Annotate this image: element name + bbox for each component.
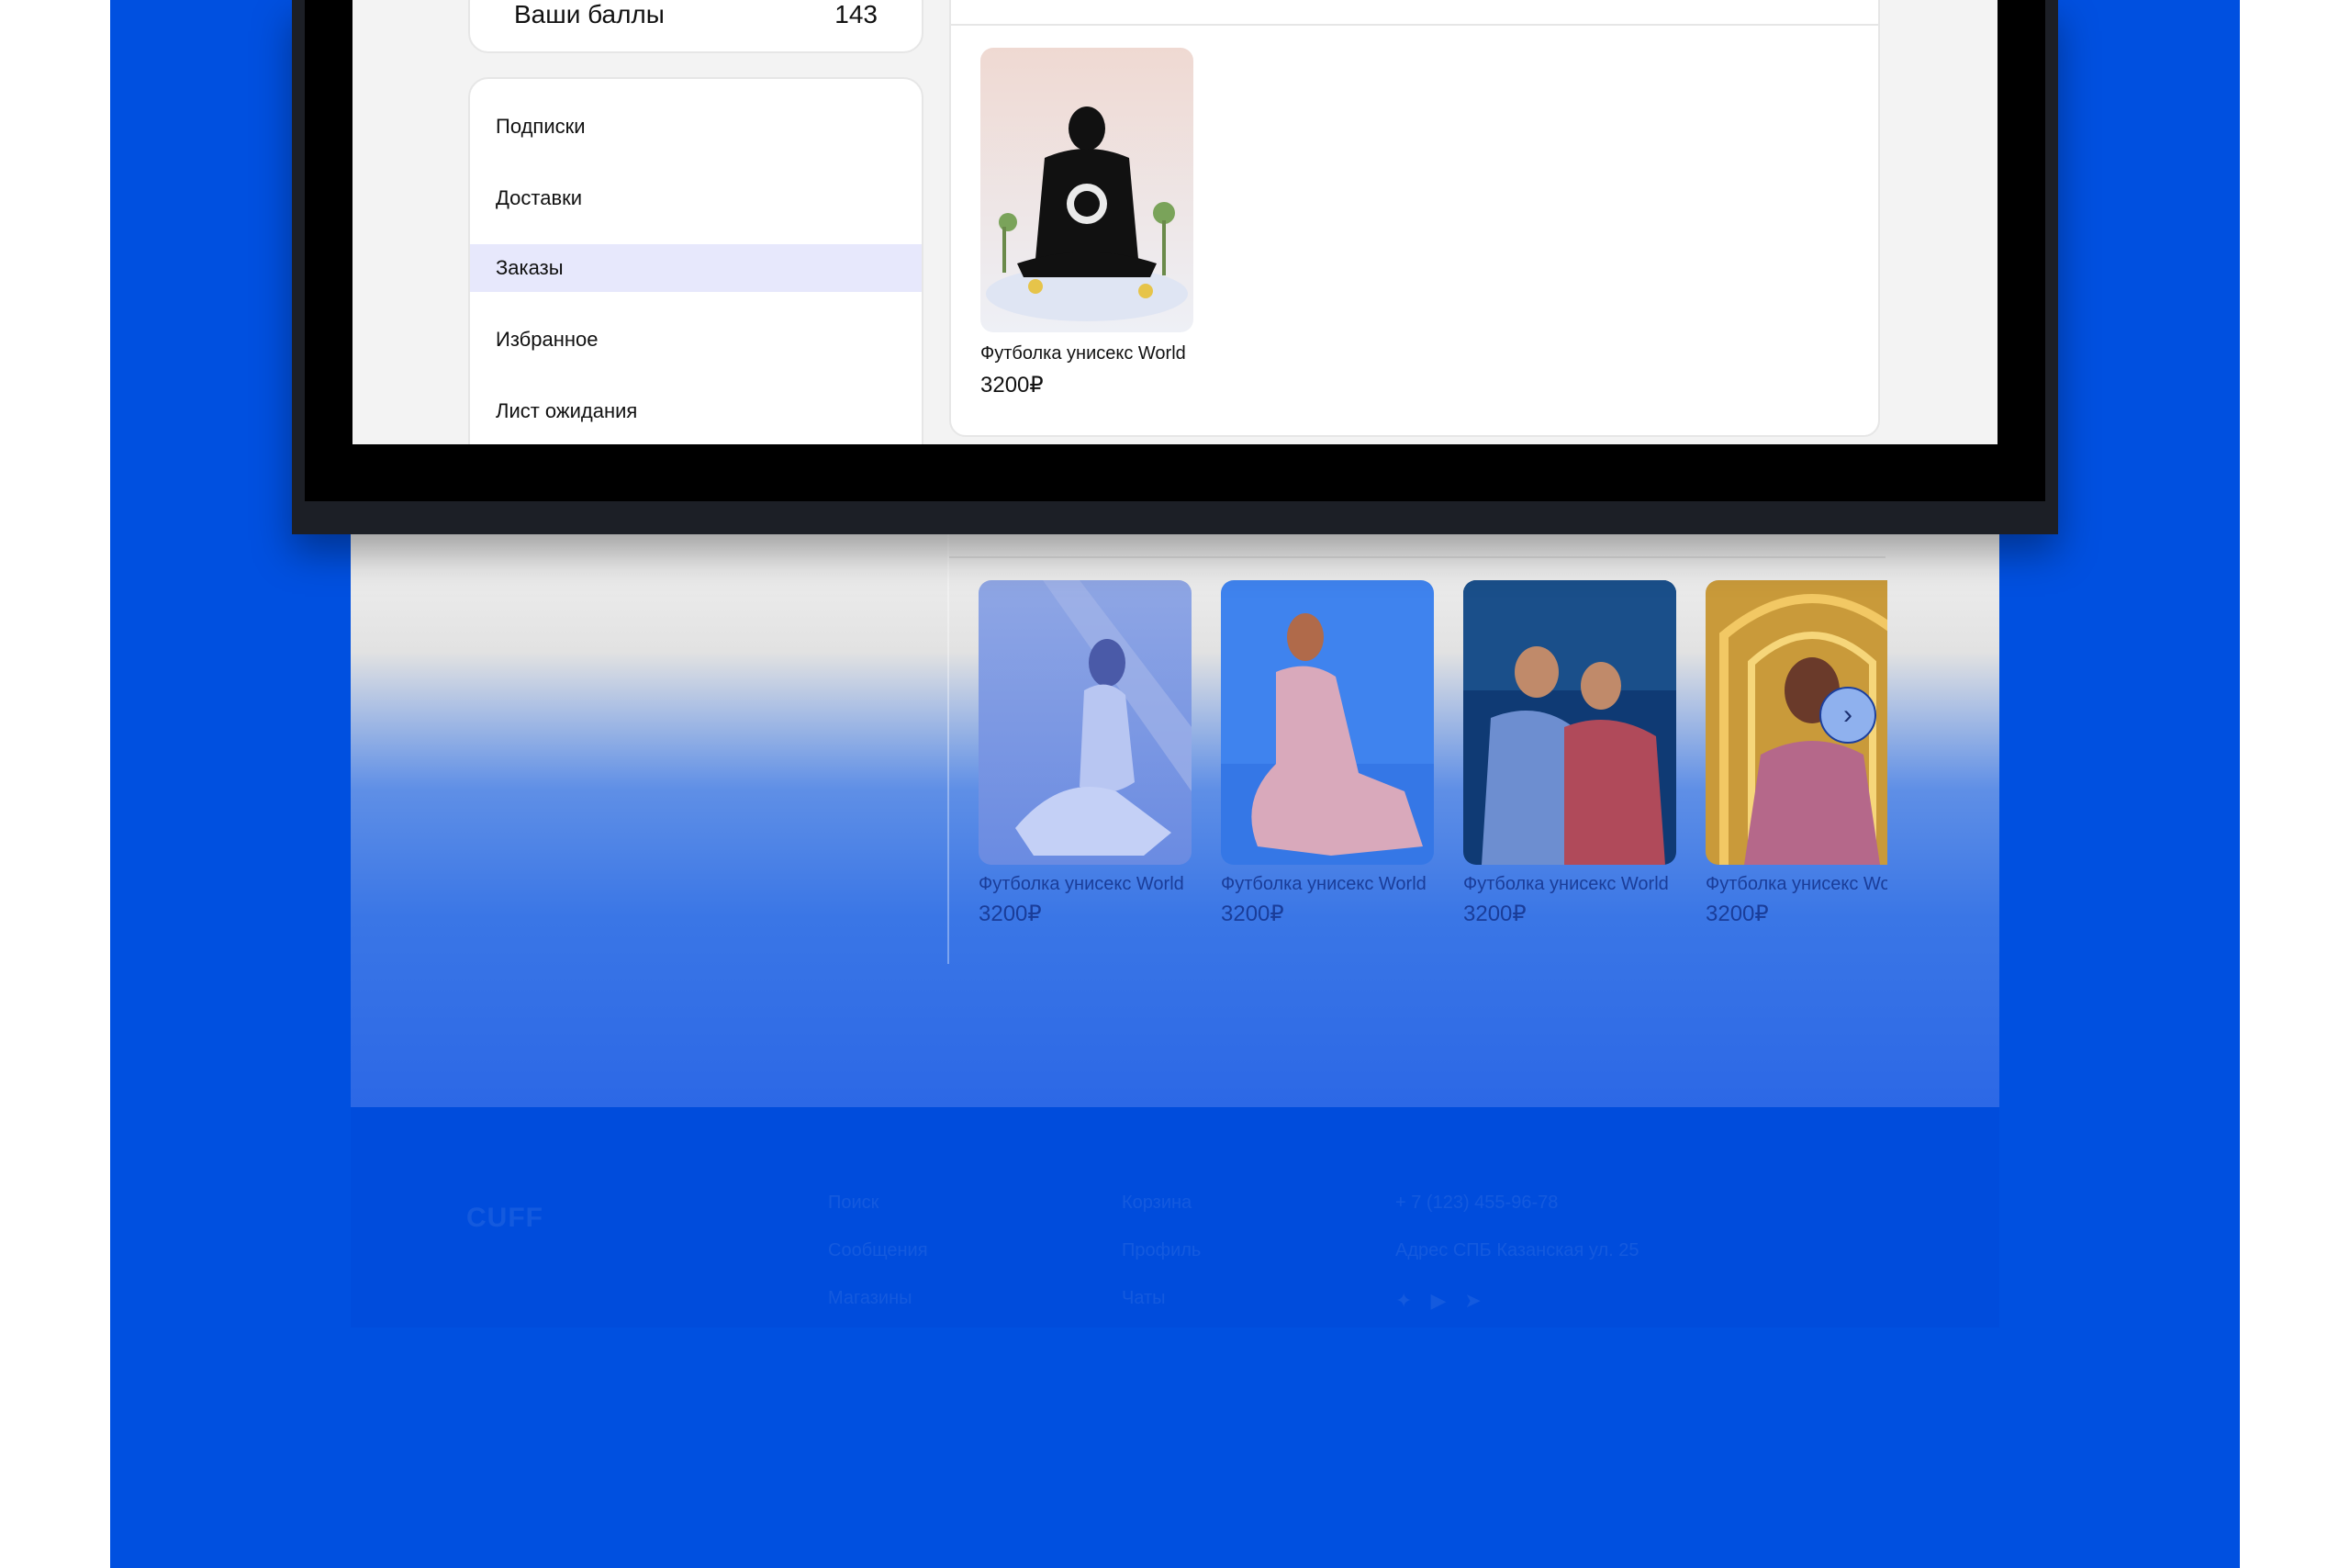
divider [949, 556, 1886, 558]
footer-link[interactable]: Чаты [1122, 1274, 1201, 1322]
page-continuation: Футболка унисекс World 3200₽ Футболка ун… [351, 532, 1999, 1107]
vk-icon[interactable]: ✦ [1395, 1289, 1412, 1313]
screen: Ваши баллы 143 Подписки Доставки Заказы … [352, 0, 1998, 444]
product-price: 3200₽ [980, 373, 1044, 398]
product-image[interactable] [980, 48, 1193, 332]
orders-card: Футболка унисекс World 3200₽ [949, 0, 1880, 437]
nav-item-deliveries[interactable]: Доставки [470, 174, 922, 222]
product-name[interactable]: Футболка унисекс World [1706, 874, 1887, 895]
points-card: Ваши баллы 143 [468, 0, 923, 53]
product-card[interactable]: Футболка унисекс World 3200₽ [979, 580, 1192, 927]
points-value: 143 [834, 0, 878, 28]
product-price: 3200₽ [1706, 902, 1769, 926]
nav-item-subscriptions[interactable]: Подписки [470, 103, 922, 151]
footer-link[interactable]: Поиск [828, 1179, 928, 1226]
footer-links-col1: Поиск Сообщения Магазины [828, 1179, 928, 1322]
footer-link[interactable]: Профиль [1122, 1226, 1201, 1274]
footer-contacts: + 7 (123) 455-96-78 Адрес СПБ Казанская … [1395, 1179, 1639, 1274]
chevron-right-icon[interactable]: › [1819, 687, 1876, 744]
footer-socials: ✦ ▶ ➤ [1395, 1289, 1482, 1313]
footer-address: Адрес СПБ Казанская ул. 25 [1395, 1240, 1639, 1260]
divider [951, 24, 1878, 26]
product-price: 3200₽ [979, 902, 1042, 926]
product-price: 3200₽ [1463, 902, 1527, 926]
order-product-card[interactable]: Футболка унисекс World 3200₽ [980, 48, 1193, 398]
product-card[interactable]: Футболка унисекс World 3200₽ [1706, 580, 1887, 927]
product-carousel[interactable]: Футболка унисекс World 3200₽ Футболка ун… [979, 580, 1887, 966]
product-name[interactable]: Футболка унисекс World [1463, 874, 1676, 895]
youtube-icon[interactable]: ▶ [1430, 1289, 1446, 1313]
product-name[interactable]: Футболка унисекс World [1221, 874, 1434, 895]
footer-link[interactable]: Сообщения [828, 1226, 928, 1274]
footer-link[interactable]: Магазины [828, 1274, 928, 1322]
footer-link[interactable]: Корзина [1122, 1179, 1201, 1226]
product-name[interactable]: Футболка унисекс World [980, 343, 1193, 364]
nav-item-orders[interactable]: Заказы [470, 244, 922, 292]
product-image[interactable] [1221, 580, 1434, 865]
product-image[interactable] [1463, 580, 1676, 865]
recommendations-card: Футболка унисекс World 3200₽ Футболка ун… [947, 532, 1887, 966]
nav-item-favorites[interactable]: Избранное [470, 316, 922, 364]
footer-logo[interactable]: CUFF [466, 1203, 543, 1234]
product-card[interactable]: Футболка унисекс World 3200₽ [1221, 580, 1434, 927]
product-price: 3200₽ [1221, 902, 1284, 926]
telegram-icon[interactable]: ➤ [1464, 1289, 1481, 1313]
product-name[interactable]: Футболка унисекс World [979, 874, 1192, 895]
footer-phone[interactable]: + 7 (123) 455-96-78 [1395, 1179, 1639, 1226]
footer-links-col2: Корзина Профиль Чаты [1122, 1179, 1201, 1322]
footer: CUFF Поиск Сообщения Магазины Корзина Пр… [351, 1107, 1999, 1327]
product-image[interactable] [979, 580, 1192, 865]
points-label: Ваши баллы [514, 0, 665, 28]
product-card[interactable]: Футболка унисекс World 3200₽ [1463, 580, 1676, 927]
account-nav: Подписки Доставки Заказы Избранное Лист … [468, 77, 923, 444]
nav-item-waitlist[interactable]: Лист ожидания [470, 387, 922, 435]
